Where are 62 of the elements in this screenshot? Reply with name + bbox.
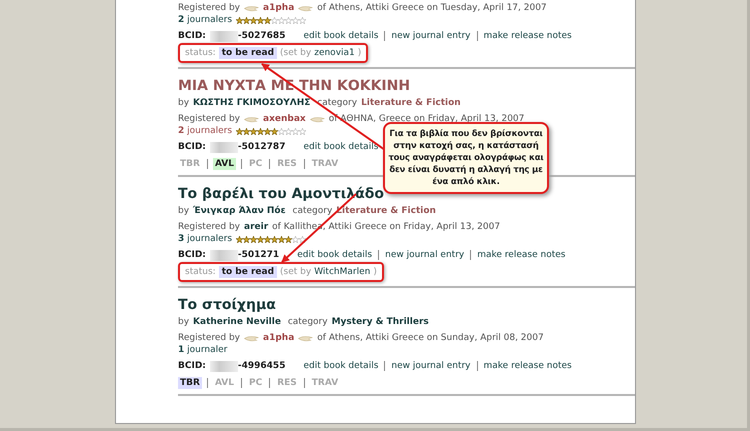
registered-label: Registered by (178, 332, 240, 344)
category-label: category (286, 316, 328, 328)
paren-text: ) (358, 47, 362, 59)
registrar-link[interactable]: axenbax (263, 113, 306, 125)
blurred-block (210, 360, 238, 372)
by-label: by (178, 316, 190, 328)
user-link[interactable]: WitchMarlen (314, 266, 370, 278)
registrar-link[interactable]: a1pha (263, 332, 294, 344)
book-action-link[interactable]: edit book details (297, 249, 372, 261)
journalers-link[interactable]: 2 journalers (178, 14, 232, 26)
status-tab[interactable]: TBR (178, 377, 202, 389)
bcid-label: BCID: (178, 249, 206, 261)
bcid-number: -5012787 (238, 141, 286, 153)
paren-text: ) (373, 266, 377, 278)
author-link[interactable]: Ένιγκαρ Άλαν Πόε (193, 205, 286, 217)
user-link[interactable]: zenovia1 (314, 47, 355, 59)
registered-label: Registered by (178, 221, 240, 233)
book-action-link[interactable]: edit book details (303, 141, 378, 153)
registered-label: Registered by (178, 113, 240, 125)
category-label: category (316, 97, 358, 109)
book-action-link[interactable]: new journal entry (391, 360, 470, 372)
by-label: by (178, 205, 190, 217)
status-label: status: (185, 47, 216, 59)
registrar-link[interactable]: a1pha (263, 2, 294, 14)
set-by-label: (set by (280, 47, 312, 59)
location-text: of Athens, Attiki Greece on Tuesday, April 17, 2007 (317, 2, 547, 14)
author-link[interactable]: ΚΩΣΤΗΣ ΓΚΙΜΟΣΟΥΛΗΣ (193, 97, 310, 109)
status-value: to be read (218, 266, 278, 278)
bcid-number: -501271 (238, 249, 280, 261)
book-title[interactable]: Το στοίχημα (178, 296, 635, 314)
blurred-block (210, 250, 238, 260)
book-action-link[interactable]: make release notes (484, 360, 572, 372)
category-link[interactable]: Literature & Fiction (336, 205, 436, 217)
registered-label: Registered by (178, 2, 240, 14)
book-action-link[interactable]: make release notes (484, 30, 572, 42)
journalers-link[interactable]: 2 journalers (178, 125, 232, 137)
blurred-block (210, 142, 238, 152)
bcid-label: BCID: (178, 141, 206, 153)
category-label: category (292, 205, 332, 217)
category-link[interactable]: Literature & Fiction (361, 97, 461, 109)
author-link[interactable]: Katherine Neville (193, 316, 281, 328)
book-action-link[interactable]: new journal entry (385, 249, 464, 261)
registrar-link[interactable]: areir (244, 221, 268, 233)
by-label: by (178, 97, 190, 109)
status-value: to be read (218, 47, 278, 59)
location-text: of Athens, Attiki Greece on Sunday, April 08, 2007 (317, 332, 544, 344)
blurred-block (210, 30, 238, 42)
journalers-link[interactable]: 3 journalers (178, 233, 232, 245)
bcid-label: BCID: (178, 30, 206, 42)
bcid-number: -4996455 (238, 360, 286, 372)
bcid-label: BCID: (178, 360, 206, 372)
category-link[interactable]: Mystery & Thrillers (332, 316, 429, 328)
book-action-link[interactable]: edit book details (303, 30, 378, 42)
book-action-link[interactable]: new journal entry (391, 30, 470, 42)
book-action-link[interactable]: edit book details (303, 360, 378, 372)
bcid-number: -5027685 (238, 30, 286, 42)
journalers-link[interactable]: 1 journaler (178, 344, 228, 356)
callout-note: Για τα βιβλία που δεν βρίσκονται στην κατοχή σας, η κατάστασή τους αναγράφεται ολογράφως και δεν είναι δυνατή η αλλαγή της με ένα απλό κλικ. (383, 122, 549, 194)
status-label: status: (185, 266, 216, 278)
status-tab[interactable]: AVL (212, 158, 236, 170)
set-by-label: (set by (280, 266, 312, 278)
book-action-link[interactable]: make release notes (477, 249, 566, 261)
